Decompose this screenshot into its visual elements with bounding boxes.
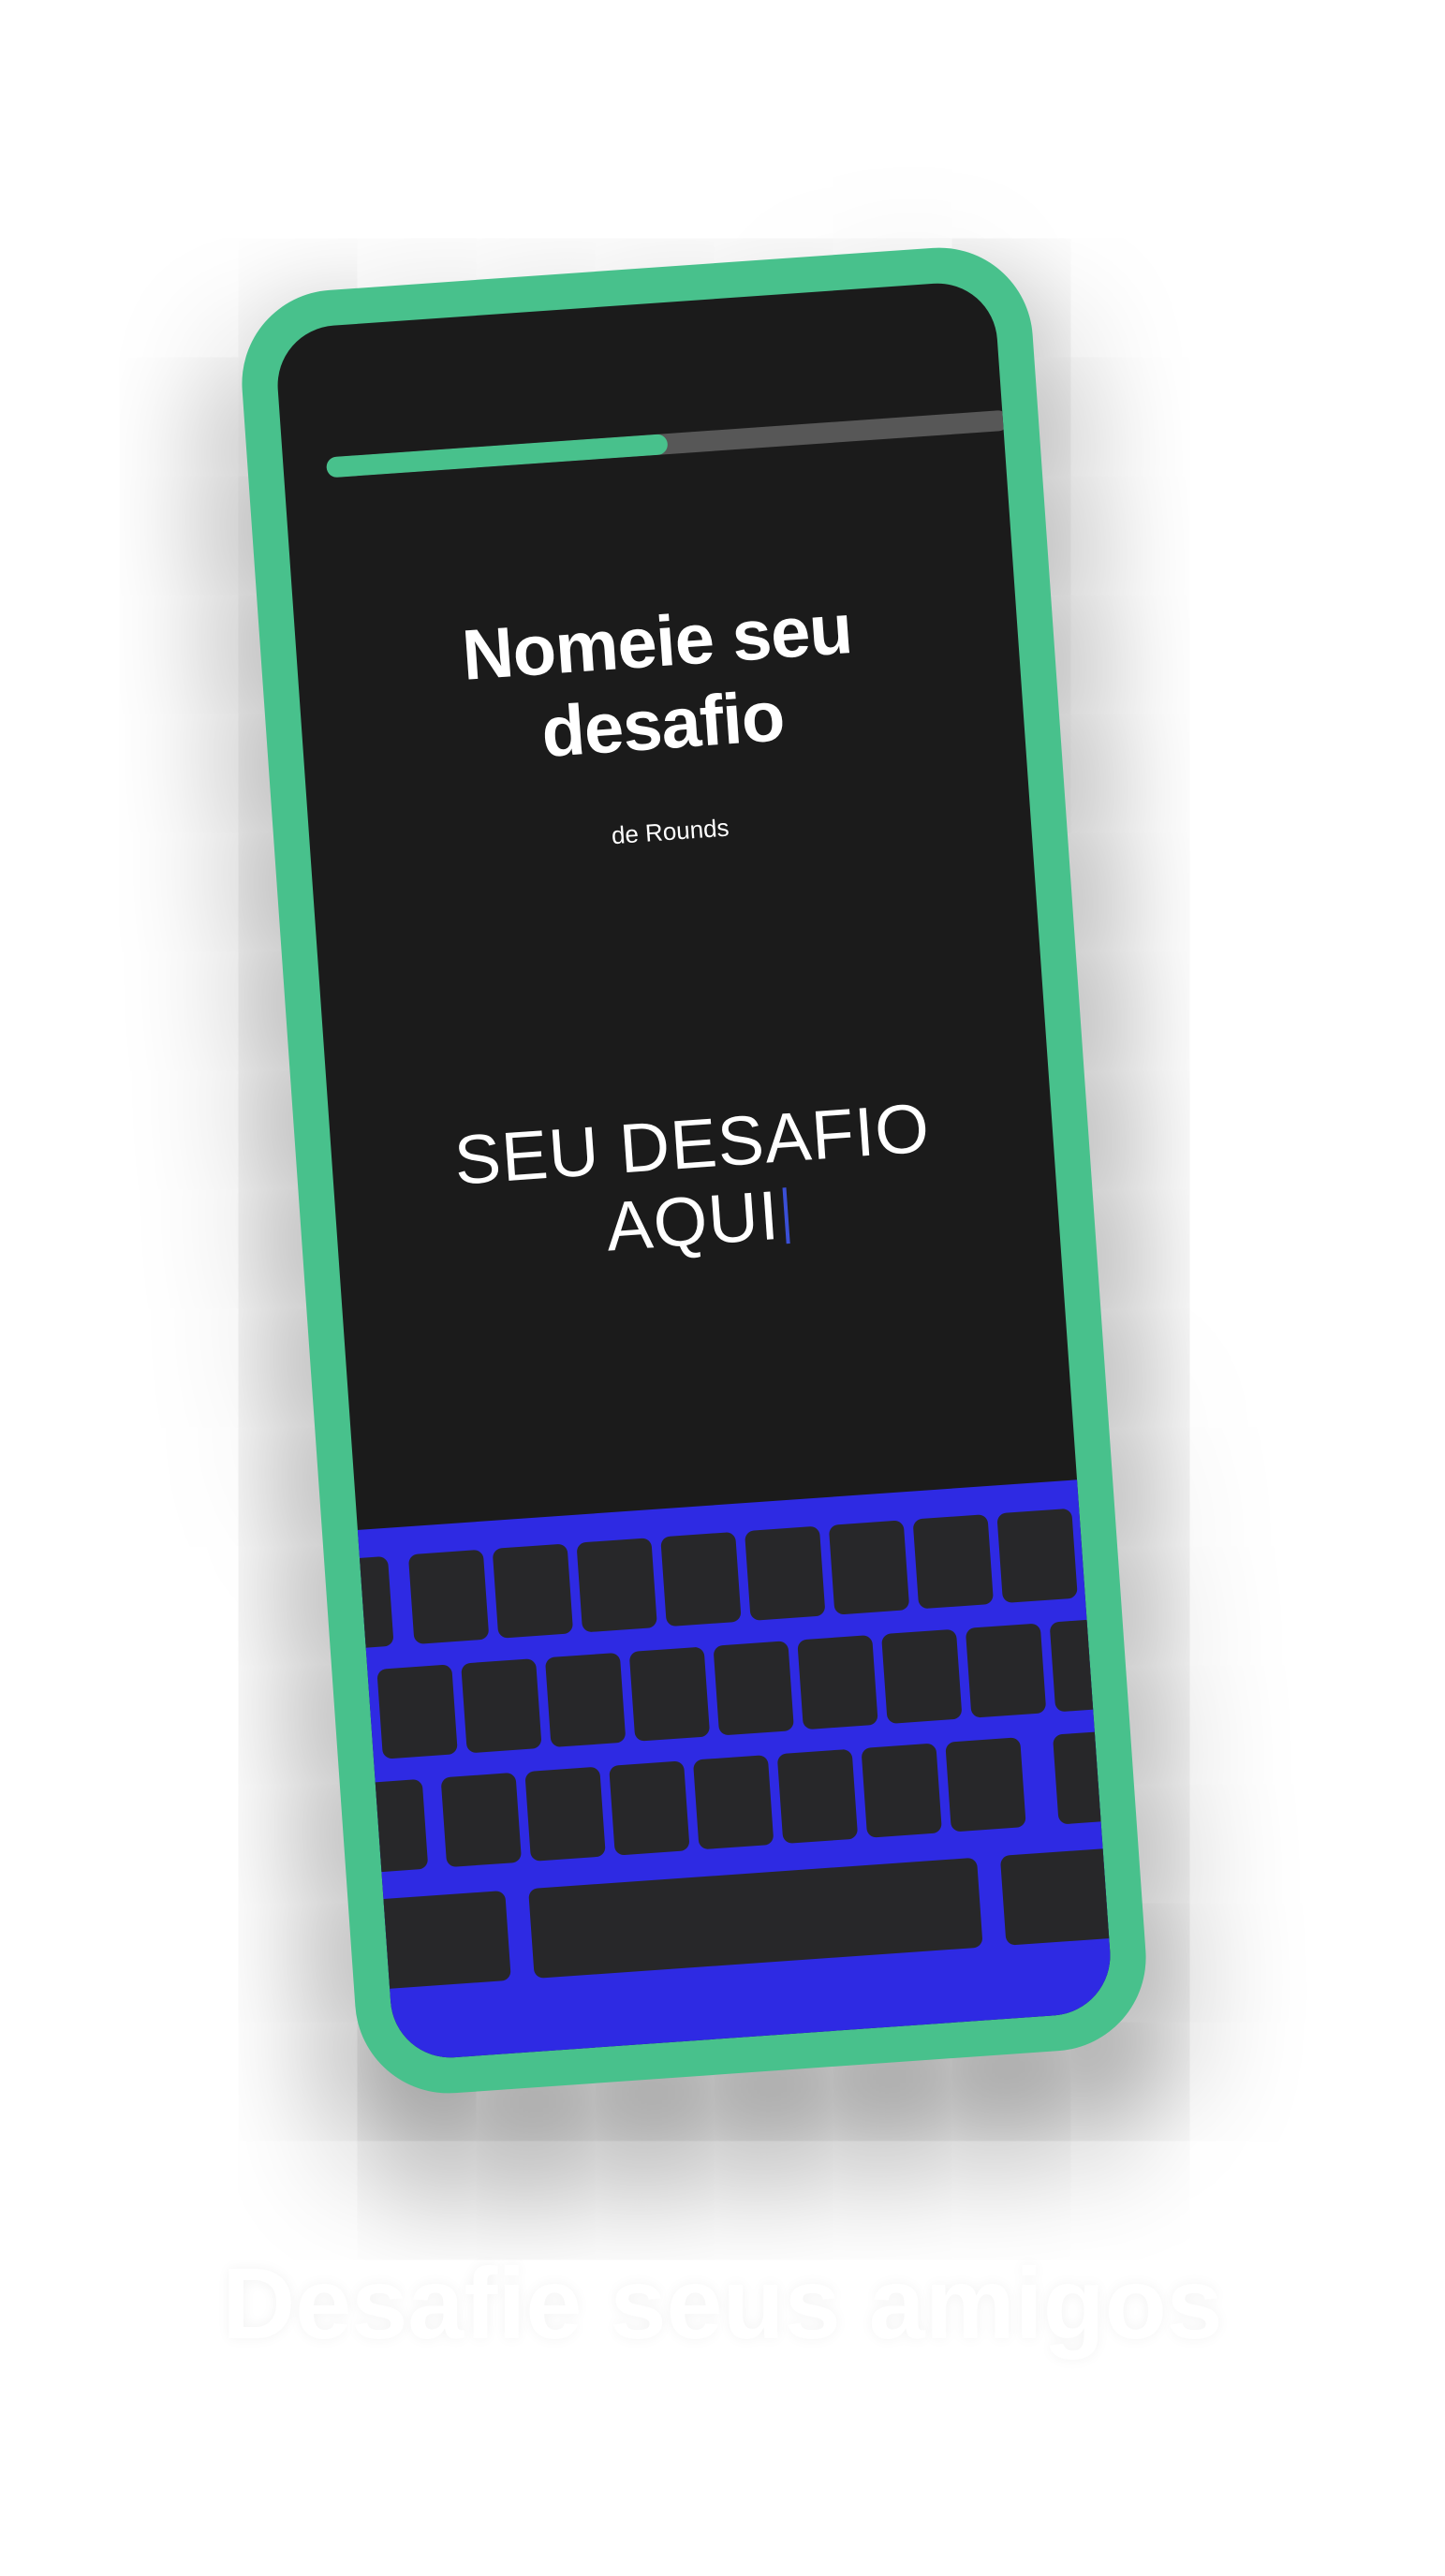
phone-frame: Nomeie seu desafio de Rounds SEU DESAFIO… — [235, 241, 1153, 2100]
keyboard-key[interactable] — [776, 1748, 859, 1845]
keyboard-key[interactable] — [313, 1555, 394, 1652]
phone-screen: Nomeie seu desafio de Rounds SEU DESAFIO… — [273, 279, 1114, 2062]
shift-key[interactable] — [347, 1778, 429, 1875]
text-caret — [782, 1187, 791, 1244]
challenge-name-line-2-text: AQUI — [603, 1175, 782, 1266]
keyboard-key[interactable] — [660, 1531, 742, 1627]
keyboard-key[interactable] — [912, 1514, 995, 1610]
keyboard-key[interactable] — [797, 1634, 878, 1730]
keyboard-key[interactable] — [544, 1652, 627, 1748]
onscreen-keyboard — [313, 1478, 1114, 2062]
promo-stage: Nomeie seu desafio de Rounds SEU DESAFIO… — [0, 0, 1445, 2576]
keyboard-key[interactable] — [996, 1508, 1078, 1604]
keyboard-key[interactable] — [461, 1658, 542, 1754]
keyboard-key[interactable] — [407, 1549, 490, 1645]
numbers-key[interactable] — [355, 1890, 511, 1991]
keyboard-key[interactable] — [713, 1641, 794, 1736]
space-bar[interactable] — [528, 1857, 983, 1979]
keyboard-key[interactable] — [692, 1755, 774, 1850]
keyboard-key[interactable] — [1081, 1502, 1114, 1597]
keyboard-key[interactable] — [628, 1646, 711, 1742]
page-title: Nomeie seu desafio — [294, 577, 1025, 791]
keyboard-row-4 — [355, 1843, 1114, 1991]
keyboard-key[interactable] — [576, 1538, 657, 1633]
progress-bar-fill — [325, 434, 669, 478]
challenge-name-input[interactable]: SEU DESAFIO AQUI — [330, 1081, 1060, 1284]
keyboard-key[interactable] — [945, 1737, 1026, 1833]
promo-caption: Desafie seus amigos — [222, 2246, 1223, 2360]
keyboard-key[interactable] — [861, 1743, 942, 1838]
keyboard-key[interactable] — [492, 1543, 574, 1639]
keyboard-key[interactable] — [524, 1766, 606, 1862]
keyboard-key[interactable] — [1049, 1617, 1114, 1713]
phone-mockup: Nomeie seu desafio de Rounds SEU DESAFIO… — [235, 241, 1153, 2100]
keyboard-key[interactable] — [744, 1525, 826, 1621]
backspace-key[interactable] — [1052, 1730, 1114, 1825]
return-key[interactable] — [999, 1843, 1114, 1946]
keyboard-key[interactable] — [965, 1623, 1047, 1718]
keyboard-key[interactable] — [828, 1520, 910, 1615]
keyboard-key[interactable] — [881, 1628, 963, 1725]
page-subtitle: de Rounds — [610, 813, 730, 850]
keyboard-key[interactable] — [376, 1664, 458, 1759]
progress-bar — [325, 409, 1010, 478]
keyboard-key[interactable] — [609, 1760, 690, 1856]
keyboard-key[interactable] — [440, 1772, 523, 1868]
